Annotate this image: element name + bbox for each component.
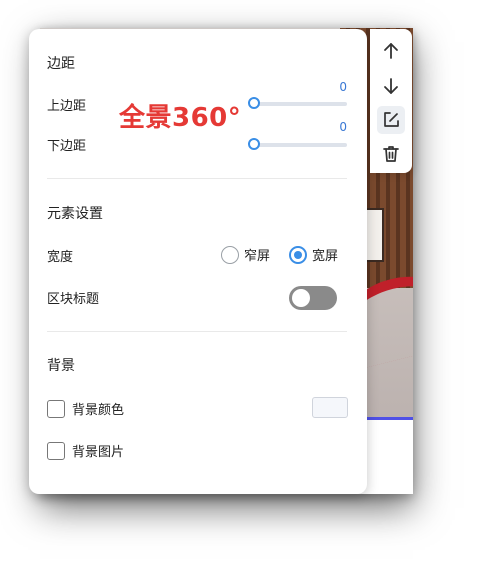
width-label: 宽度 [47, 250, 74, 265]
background-color-checkbox[interactable] [47, 399, 65, 418]
top-margin-label: 上边距 [47, 99, 87, 114]
block-toolbar [370, 29, 412, 173]
toggle-knob [292, 289, 310, 307]
slider-thumb[interactable] [248, 97, 260, 109]
radio-circle-selected[interactable] [289, 245, 307, 264]
block-title-label: 区块标题 [47, 292, 100, 307]
slider-track [254, 143, 347, 147]
slider-thumb[interactable] [248, 138, 260, 150]
element-section-title: 元素设置 [47, 206, 103, 222]
top-margin-value: 0 [339, 80, 347, 94]
block-title-toggle[interactable] [289, 286, 337, 310]
move-down-button[interactable] [377, 72, 405, 100]
background-image-label: 背景图片 [72, 445, 125, 460]
background-image-option[interactable]: 背景图片 [47, 441, 124, 460]
slider-track [254, 102, 347, 106]
move-up-button[interactable] [377, 37, 405, 65]
section-divider [47, 178, 347, 179]
edit-icon [384, 112, 399, 127]
arrow-up-icon [384, 43, 398, 59]
radio-circle[interactable] [221, 245, 239, 264]
bottom-margin-slider[interactable] [248, 134, 347, 154]
margin-section-title: 边距 [47, 56, 75, 72]
width-option-wide[interactable]: 宽屏 [289, 245, 338, 264]
top-margin-slider[interactable] [248, 93, 347, 113]
section-divider [47, 331, 347, 332]
bottom-margin-value: 0 [339, 120, 347, 134]
trash-icon [383, 146, 399, 162]
background-color-swatch[interactable] [312, 397, 348, 418]
background-color-option[interactable]: 背景颜色 [47, 399, 124, 418]
width-option-narrow[interactable]: 窄屏 [221, 245, 270, 264]
edit-button[interactable] [377, 106, 405, 134]
bottom-margin-label: 下边距 [47, 139, 87, 154]
delete-button[interactable] [377, 140, 405, 168]
watermark-text: 全景360° [119, 103, 242, 133]
arrow-down-icon [384, 78, 398, 94]
width-option-wide-label: 宽屏 [312, 249, 339, 264]
settings-panel: 边距 上边距 0 下边距 0 全景360° 元素设置 宽度 窄屏 宽屏 区块标题… [29, 29, 367, 494]
background-color-label: 背景颜色 [72, 403, 125, 418]
background-image-checkbox[interactable] [47, 441, 65, 460]
background-section-title: 背景 [47, 358, 75, 374]
width-option-narrow-label: 窄屏 [244, 249, 271, 264]
